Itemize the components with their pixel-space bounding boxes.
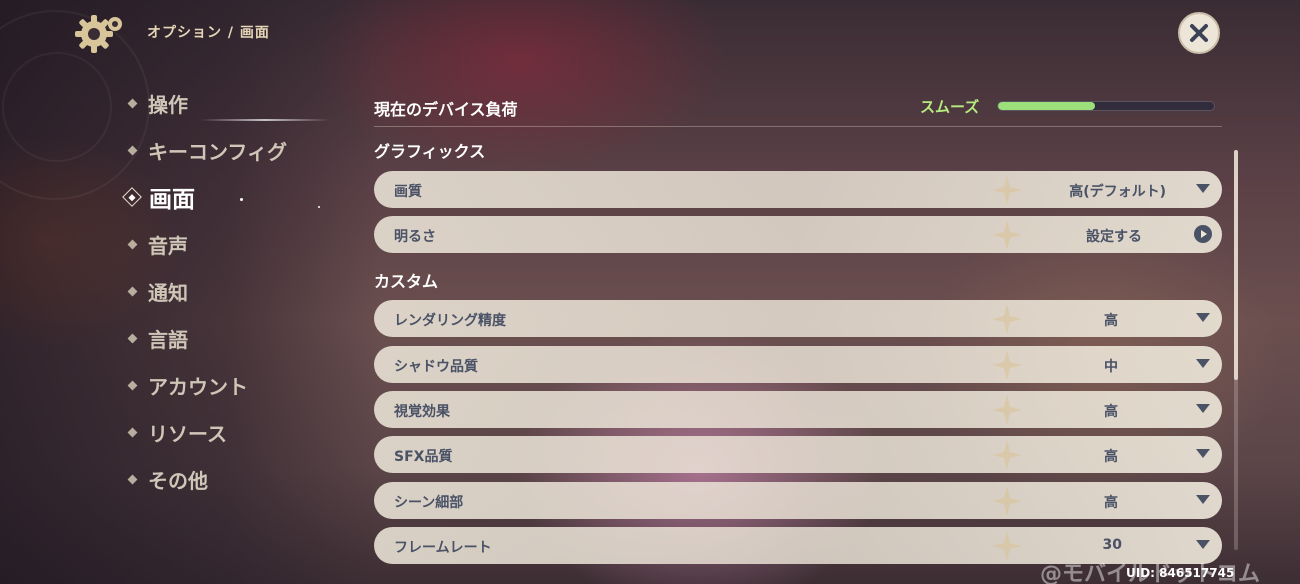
chevron-down-icon — [1196, 404, 1210, 413]
bullet-icon — [127, 98, 138, 108]
scrollbar[interactable] — [1234, 150, 1238, 550]
setting-row-render-resolution[interactable]: レンダリング精度 高 — [374, 300, 1222, 337]
sparkle-decoration — [240, 198, 243, 201]
sparkle-star-icon — [992, 350, 1022, 380]
chevron-down-icon — [1196, 359, 1210, 368]
setting-label: シーン細部 — [394, 495, 464, 511]
sidebar-item-label: アカウント — [148, 374, 248, 399]
sidebar-item-resources[interactable]: リソース — [127, 417, 227, 447]
sparkle-star-icon — [992, 486, 1022, 516]
sparkle-star-icon — [992, 440, 1022, 470]
sparkle-star-icon — [992, 531, 1022, 561]
setting-value: 高 — [1104, 495, 1118, 511]
sidebar-item-label: キーコンフィグ — [148, 139, 287, 164]
scrollbar-thumb[interactable] — [1234, 150, 1238, 380]
gear-icon — [75, 15, 122, 53]
chevron-down-icon — [1196, 184, 1210, 193]
device-load-fill — [998, 102, 1096, 110]
setting-label: 明るさ — [394, 229, 436, 245]
close-button[interactable] — [1178, 12, 1220, 54]
sidebar-item-label: その他 — [148, 468, 208, 493]
setting-row-graphics-quality[interactable]: 画質 高(デフォルト) — [374, 171, 1222, 208]
setting-row-shadow-quality[interactable]: シャドウ品質 中 — [374, 346, 1222, 383]
setting-value: 中 — [1104, 359, 1118, 375]
sidebar-item-label: 操作 — [148, 92, 188, 117]
sidebar-item-account[interactable]: アカウント — [127, 370, 248, 400]
uid-label: UID: 846517745 — [1126, 566, 1235, 580]
setting-value: 高 — [1104, 449, 1118, 465]
sidebar-item-other[interactable]: その他 — [127, 464, 208, 494]
setting-row-sfx-quality[interactable]: SFX品質 高 — [374, 436, 1222, 473]
setting-value: 高(デフォルト) — [1069, 184, 1166, 200]
setting-value: 高 — [1104, 404, 1118, 420]
sidebar-item-audio[interactable]: 音声 — [127, 229, 188, 259]
device-load-bar — [997, 101, 1215, 111]
sidebar-item-notifications[interactable]: 通知 — [127, 276, 188, 306]
section-title-graphics: グラフィックス — [374, 142, 486, 161]
close-icon — [1190, 24, 1208, 42]
chevron-down-icon — [1196, 495, 1210, 504]
bullet-icon — [127, 427, 138, 437]
sidebar-item-controls[interactable]: 操作 — [127, 88, 188, 118]
setting-value: 高 — [1104, 313, 1118, 329]
setting-row-visual-effects[interactable]: 視覚効果 高 — [374, 391, 1222, 428]
setting-value: 30 — [1102, 537, 1122, 553]
sparkle-decoration — [318, 206, 320, 208]
setting-row-scene-detail[interactable]: シーン細部 高 — [374, 482, 1222, 519]
setting-label: シャドウ品質 — [394, 359, 478, 375]
sparkle-star-icon — [992, 220, 1022, 250]
setting-value: 設定する — [1086, 229, 1142, 245]
bullet-icon — [127, 286, 138, 296]
setting-label: レンダリング精度 — [394, 313, 506, 329]
setting-label: 視覚効果 — [394, 404, 450, 420]
active-item-glow — [200, 119, 330, 121]
sidebar-item-key-config[interactable]: キーコンフィグ — [127, 135, 287, 165]
bullet-icon — [127, 333, 138, 343]
bullet-icon — [127, 239, 138, 249]
sidebar-item-display[interactable]: 画面 — [122, 182, 195, 213]
bullet-icon — [127, 145, 138, 155]
sidebar-item-label: 言語 — [148, 327, 188, 352]
sidebar-item-label: 画面 — [149, 187, 195, 213]
chevron-down-icon — [1196, 540, 1210, 549]
setting-label: 画質 — [394, 184, 422, 200]
divider — [374, 126, 1222, 127]
device-load-status: スムーズ — [920, 98, 980, 116]
sidebar-item-label: 音声 — [148, 233, 188, 258]
sparkle-star-icon — [992, 304, 1022, 334]
sidebar-item-language[interactable]: 言語 — [127, 323, 188, 353]
sparkle-star-icon — [992, 175, 1022, 205]
device-load-label: 現在のデバイス負荷 — [374, 100, 518, 119]
setting-row-brightness[interactable]: 明るさ 設定する — [374, 216, 1222, 253]
chevron-down-icon — [1196, 313, 1210, 322]
sparkle-star-icon — [992, 395, 1022, 425]
bullet-icon — [127, 474, 138, 484]
section-title-custom: カスタム — [374, 272, 439, 291]
breadcrumb: オプション / 画面 — [147, 25, 270, 41]
sidebar-item-label: 通知 — [148, 280, 188, 305]
setting-label: SFX品質 — [394, 449, 453, 465]
sidebar-item-label: リソース — [148, 421, 227, 446]
bullet-icon — [127, 380, 138, 390]
chevron-down-icon — [1196, 449, 1210, 458]
setting-label: フレームレート — [394, 540, 492, 556]
arrow-right-circle-icon[interactable] — [1194, 225, 1212, 243]
